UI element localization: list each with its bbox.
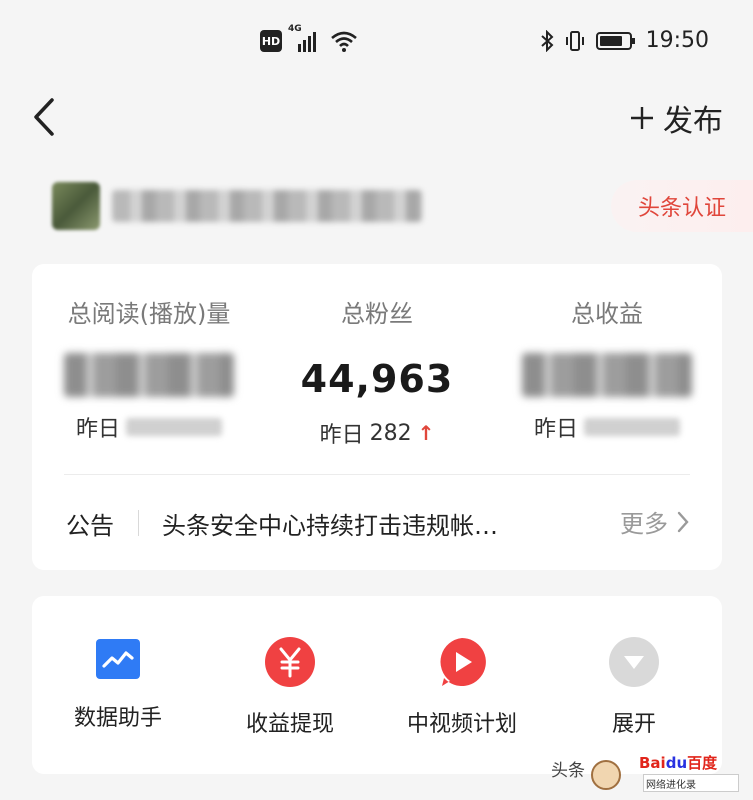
user-name-redacted[interactable]: [112, 190, 422, 222]
expand-icon: [609, 637, 659, 687]
nav-bar: 发布: [0, 82, 753, 152]
tool-label: 数据助手: [73, 706, 162, 731]
cellular-signal-icon: 4G: [288, 24, 320, 52]
status-left-icons: HD 4G: [260, 24, 358, 52]
publish-label: 发布: [663, 104, 723, 139]
status-bar: HD 4G 19:50: [0, 0, 753, 82]
wifi-icon: [331, 31, 357, 52]
yesterday-value-redacted: [126, 418, 222, 436]
battery-icon: [595, 31, 635, 50]
tool-data-assistant[interactable]: 数据助手: [32, 636, 204, 746]
user-row: 头条认证: [0, 178, 753, 238]
stat-value-redacted: [522, 353, 692, 397]
tool-label: 展开: [611, 712, 656, 737]
avatar[interactable]: [52, 182, 100, 230]
yesterday-value-redacted: [584, 418, 680, 436]
watermark-toutiao: 头条: [551, 761, 585, 781]
yuan-icon: [265, 637, 315, 687]
stat-label: 总粉丝: [341, 300, 413, 328]
mascot-icon: [591, 760, 621, 790]
plus-icon: [631, 107, 653, 129]
notice-label: 公告: [66, 512, 114, 540]
stat-label: 总收益: [571, 300, 643, 328]
play-icon: [440, 638, 486, 686]
tool-label: 中视频计划: [406, 712, 517, 737]
divider: [138, 510, 139, 536]
stat-total-income[interactable]: 总收益 昨日: [492, 294, 722, 474]
arrow-up-icon: ↑: [417, 421, 435, 445]
chart-icon: [96, 639, 140, 679]
stat-yesterday: 昨日 282 ↑: [319, 420, 435, 449]
chevron-right-icon: [677, 511, 689, 532]
notice-text[interactable]: 头条安全中心持续打击违规帐…: [162, 506, 562, 541]
stat-yesterday: 昨日: [492, 411, 722, 443]
watermark: 头条 Baidu百度 网络进化录: [551, 746, 741, 796]
notice-more-button[interactable]: 更多: [620, 504, 690, 539]
status-right-icons: 19:50: [540, 28, 709, 53]
bluetooth-icon: [540, 29, 554, 52]
clock: 19:50: [645, 28, 709, 53]
baidu-logo: Baidu百度: [639, 754, 718, 772]
stat-label: 总阅读(播放)量: [67, 300, 231, 328]
stats-card: 总阅读(播放)量 昨日 总粉丝 44,963 昨日 282 ↑ 总收益 昨日 公…: [32, 264, 722, 570]
divider: [64, 474, 690, 475]
tool-mid-video-plan[interactable]: 中视频计划: [376, 636, 548, 746]
notice-row[interactable]: 公告 头条安全中心持续打击违规帐… 更多: [32, 476, 722, 570]
tool-label: 收益提现: [245, 712, 334, 737]
tool-income-withdraw[interactable]: 收益提现: [204, 636, 376, 746]
watermark-sub: 网络进化录: [643, 774, 739, 792]
publish-button[interactable]: 发布: [629, 96, 723, 140]
chevron-left-icon: [34, 98, 54, 136]
hd-icon: HD: [260, 30, 282, 52]
stat-value: 44,963: [300, 357, 454, 401]
stat-yesterday: 昨日: [34, 411, 264, 443]
vibrate-icon: [565, 30, 584, 51]
stat-value-redacted: [64, 353, 234, 397]
back-button[interactable]: [26, 92, 66, 142]
toutiao-cert-badge[interactable]: 头条认证: [611, 180, 753, 232]
stat-total-fans[interactable]: 总粉丝 44,963 昨日 282 ↑: [262, 294, 492, 474]
tool-expand[interactable]: 展开: [548, 636, 720, 746]
stat-total-reads[interactable]: 总阅读(播放)量 昨日: [34, 294, 264, 474]
cert-label: 头条认证: [637, 196, 726, 221]
